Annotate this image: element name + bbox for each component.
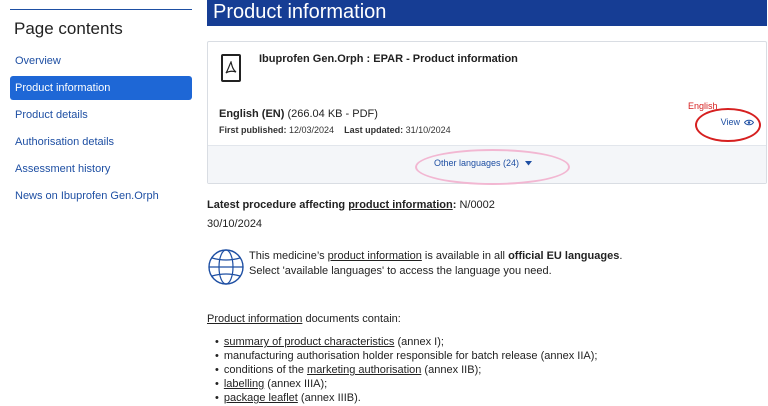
info-line-1: This medicine’s product information is a… — [249, 250, 622, 262]
document-title: Ibuprofen Gen.Orph : EPAR - Product info… — [259, 53, 518, 65]
sidebar-item-assessment-history[interactable]: Assessment history — [10, 157, 192, 181]
documents-contain-heading: Product information documents contain: — [207, 313, 401, 325]
caret-down-icon — [525, 160, 533, 165]
other-languages-label: Other languages (24) — [434, 158, 520, 168]
info-eu-languages: official EU languages — [508, 250, 620, 262]
latest-procedure-number: N/0002 — [459, 199, 495, 211]
marketing-authorisation-link[interactable]: marketing authorisation — [307, 364, 421, 376]
view-document-link[interactable]: View — [721, 117, 754, 127]
view-link-label: View — [720, 117, 740, 127]
contain-heading-rest: documents contain: — [302, 313, 401, 325]
first-published-date: 12/03/2024 — [289, 125, 335, 135]
document-file-info: (266.04 KB - PDF) — [287, 108, 378, 120]
latest-prefix: Latest procedure affecting — [207, 199, 349, 211]
latest-procedure-label: Latest procedure affecting product infor… — [207, 199, 459, 211]
list-item: conditions of the marketing authorisatio… — [215, 363, 597, 377]
last-updated-date: 31/10/2024 — [405, 125, 451, 135]
contents-list: summary of product characteristics (anne… — [215, 335, 598, 405]
info-text-end: . — [619, 250, 623, 262]
other-languages-toggle[interactable]: Other languages (24) — [434, 158, 533, 168]
package-leaflet-link[interactable]: package leaflet — [224, 392, 298, 404]
sidebar-item-overview[interactable]: Overview — [10, 49, 192, 73]
list-item: manufacturing authorisation holder respo… — [215, 349, 598, 363]
eye-icon — [744, 119, 754, 125]
list-item: summary of product characteristics (anne… — [215, 335, 597, 349]
document-title-row: Ibuprofen Gen.Orph : EPAR - Product info… — [221, 52, 518, 82]
list-item: package leaflet (annex IIIB). — [215, 391, 597, 405]
sidebar-item-authorisation-details[interactable]: Authorisation details — [10, 130, 192, 154]
info-line-2: Select 'available languages' to access t… — [249, 265, 552, 277]
sidebar-divider — [10, 9, 192, 10]
info-text-b: is available in all — [421, 250, 509, 262]
first-published-label: First published: — [219, 125, 287, 135]
latest-product-info-link[interactable]: product information — [348, 199, 453, 211]
sidebar-nav: Overview Product information Product det… — [10, 49, 192, 208]
sidebar-item-product-information[interactable]: Product information — [10, 76, 192, 100]
list-item-rest: (annex IIIB). — [297, 392, 361, 404]
list-item-rest: (annex IIB); — [421, 364, 482, 376]
labelling-link[interactable]: labelling — [224, 378, 264, 390]
list-item-pre: conditions of the — [223, 364, 308, 376]
info-product-info-link[interactable]: product information — [328, 250, 422, 262]
languages-info: This medicine’s product information is a… — [207, 248, 687, 288]
document-card: Ibuprofen Gen.Orph : EPAR - Product info… — [207, 41, 767, 185]
latest-procedure: Latest procedure affecting product infor… — [207, 199, 495, 211]
last-updated-label: Last updated: — [344, 125, 404, 135]
page-contents-sidebar: Page contents Overview Product informati… — [10, 0, 192, 211]
list-item-rest: manufacturing authorisation holder respo… — [223, 350, 598, 362]
list-item-rest: (annex I); — [394, 336, 444, 348]
latest-procedure-date: 30/10/2024 — [207, 218, 263, 230]
sidebar-item-news[interactable]: News on Ibuprofen Gen.Orph — [10, 184, 192, 208]
sidebar-item-product-details[interactable]: Product details — [10, 103, 192, 127]
pdf-icon — [221, 54, 241, 82]
page-title: Product information — [207, 0, 767, 26]
other-languages-bar: Other languages (24) — [208, 145, 766, 185]
list-item-rest: (annex IIIA); — [264, 378, 328, 390]
document-language-name: English (EN) — [219, 108, 285, 120]
smpc-link[interactable]: summary of product characteristics — [224, 336, 395, 348]
sidebar-title: Page contents — [14, 19, 123, 38]
contain-product-info-link[interactable]: Product information — [207, 313, 302, 325]
document-dates: First published: 12/03/2024 Last updated… — [219, 125, 451, 135]
document-language: English (EN) (266.04 KB - PDF) — [219, 108, 378, 120]
globe-icon — [208, 249, 244, 285]
info-text-a: This medicine’s — [249, 250, 328, 262]
list-item: labelling (annex IIIA); — [215, 377, 597, 391]
